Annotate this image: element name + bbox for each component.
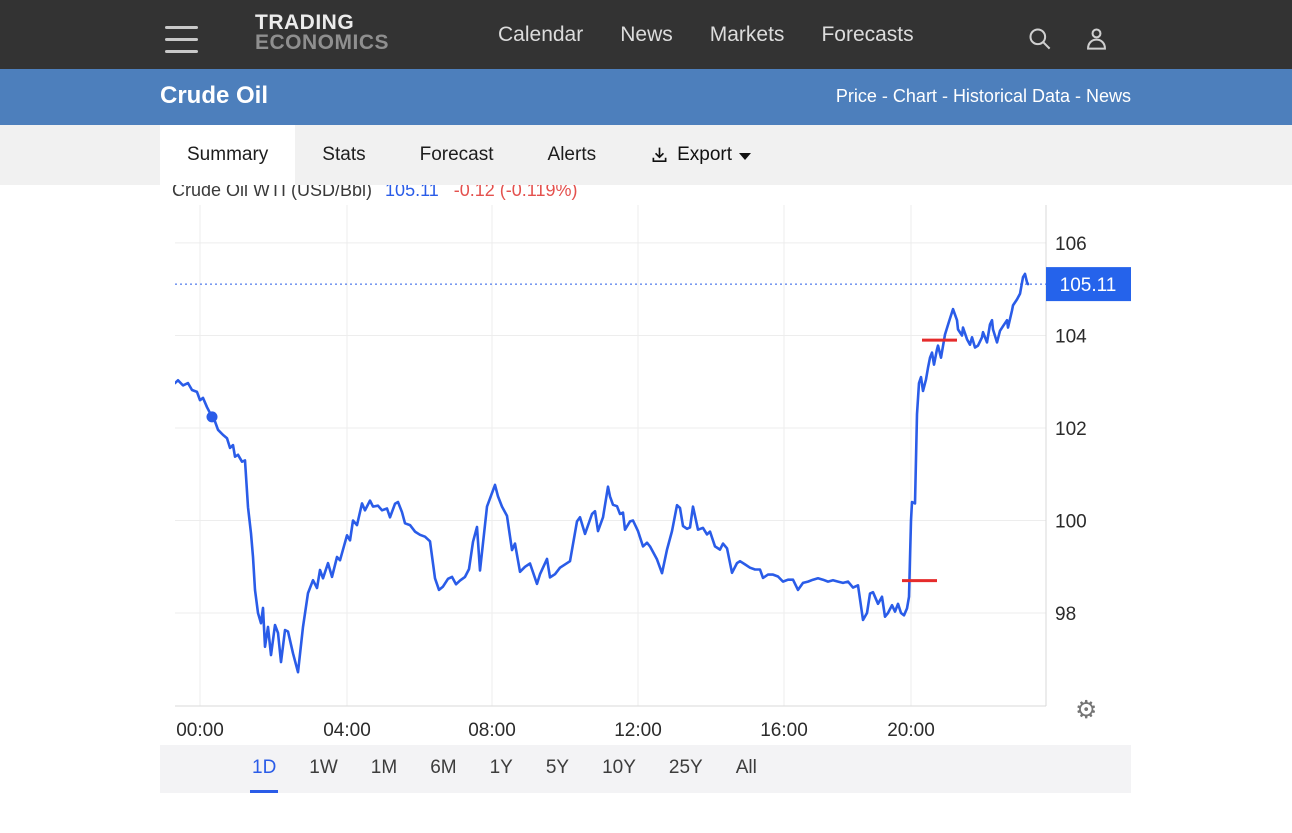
y-axis-label: 106 <box>1055 234 1087 255</box>
subheader-link-chart[interactable]: Chart <box>893 86 937 106</box>
timeframe-25y[interactable]: 25Y <box>667 745 705 793</box>
chart-panel: Crude Oil WTI (USD/Bbl) 105.11 -0.12 (-0… <box>160 185 1131 745</box>
menu-icon[interactable] <box>165 26 198 53</box>
y-axis-label: 102 <box>1055 419 1087 440</box>
chart-change: -0.12 (-0.119%) <box>454 185 578 200</box>
timeframe-1w[interactable]: 1W <box>307 745 340 793</box>
chart-title: Crude Oil WTI (USD/Bbl) <box>172 185 372 200</box>
timeframe-bar: 1D 1W 1M 6M 1Y 5Y 10Y 25Y All <box>160 745 1131 793</box>
download-icon <box>649 145 670 166</box>
nav-links: Calendar News Markets Forecasts <box>498 0 914 69</box>
tab-bar: SummaryStatsForecastAlerts Export <box>0 125 1292 185</box>
timeframe-1y[interactable]: 1Y <box>488 745 515 793</box>
tab-stats[interactable]: Stats <box>295 125 392 185</box>
export-label: Export <box>677 144 732 166</box>
page-title: Crude Oil <box>160 82 268 110</box>
nav-link-news[interactable]: News <box>620 23 673 47</box>
x-axis-label: 12:00 <box>614 720 662 741</box>
page: TRADING ECONOMICS Calendar News Markets For… <box>0 0 1292 833</box>
export-button[interactable]: Export <box>629 125 771 185</box>
current-price-tag-label: 105.11 <box>1060 275 1117 296</box>
nav-link-forecasts[interactable]: Forecasts <box>821 23 913 47</box>
price-chart: 98 100 102 104 106 00:00 04:00 08:00 12:00 16:00 2… <box>175 205 1131 745</box>
trading-economics-logo[interactable]: TRADING ECONOMICS <box>255 13 389 53</box>
logo-line-1: TRADING <box>255 13 389 33</box>
x-axis-label: 00:00 <box>176 720 224 741</box>
tab-alerts[interactable]: Alerts <box>521 125 624 185</box>
y-axis-label: 98 <box>1055 604 1076 625</box>
user-icon[interactable] <box>1083 25 1110 52</box>
timeframe-10y[interactable]: 10Y <box>600 745 638 793</box>
x-axis-label: 08:00 <box>468 720 516 741</box>
chevron-down-icon <box>739 153 751 160</box>
subheader-link-historical-data[interactable]: Historical Data <box>953 86 1070 106</box>
top-navbar: TRADING ECONOMICS Calendar News Markets For… <box>0 0 1292 69</box>
y-axis-label: 104 <box>1055 326 1087 347</box>
logo-line-2: ECONOMICS <box>255 33 389 53</box>
tab-summary[interactable]: Summary <box>160 125 295 185</box>
timeframe-all[interactable]: All <box>734 745 759 793</box>
x-axis-label: 16:00 <box>760 720 808 741</box>
subheader-link-price[interactable]: Price <box>836 86 877 106</box>
timeframe-5y[interactable]: 5Y <box>544 745 571 793</box>
chart-settings-gear-icon[interactable]: ⚙ <box>1075 697 1097 722</box>
subheader-links: Price - Chart - Historical Data - News <box>836 86 1131 107</box>
search-icon[interactable] <box>1026 25 1053 52</box>
subheader-link-separator: - <box>877 86 893 106</box>
x-axis-label: 04:00 <box>323 720 371 741</box>
timeframe-1m[interactable]: 1M <box>369 745 399 793</box>
nav-link-calendar[interactable]: Calendar <box>498 23 583 47</box>
timeframe-1d[interactable]: 1D <box>250 745 278 793</box>
y-axis-label: 100 <box>1055 511 1087 532</box>
series-dot-marker <box>207 411 218 422</box>
instrument-header: Crude Oil Price - Chart - Historical Dat… <box>0 69 1292 125</box>
subheader-link-separator: - <box>937 86 953 106</box>
subheader-link-separator: - <box>1070 86 1086 106</box>
tab-forecast[interactable]: Forecast <box>393 125 521 185</box>
subheader-link-news[interactable]: News <box>1086 86 1131 106</box>
chart-title-row: Crude Oil WTI (USD/Bbl) 105.11 -0.12 (-0… <box>172 185 578 201</box>
timeframe-6m[interactable]: 6M <box>428 745 458 793</box>
nav-link-markets[interactable]: Markets <box>710 23 785 47</box>
chart-last-price: 105.11 <box>385 185 439 200</box>
x-axis-label: 20:00 <box>887 720 935 741</box>
price-line-series <box>175 274 1028 672</box>
